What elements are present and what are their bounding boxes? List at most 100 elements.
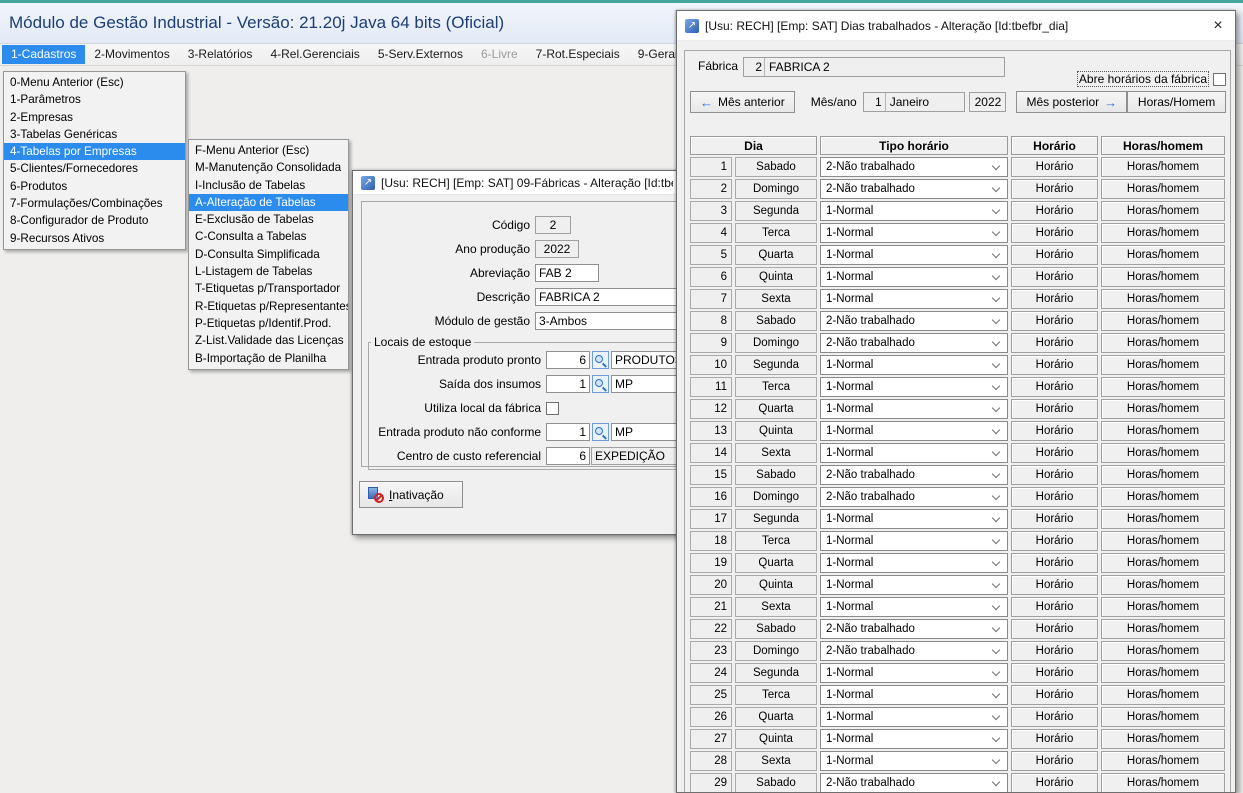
- horas-homem-row-button[interactable]: Horas/homem: [1101, 685, 1225, 705]
- menu-item[interactable]: 8-Configurador de Produto: [4, 212, 185, 229]
- menu-item[interactable]: A-Alteração de Tabelas: [189, 194, 348, 211]
- horas-homem-row-button[interactable]: Horas/homem: [1101, 619, 1225, 639]
- menu-item[interactable]: M-Manutenção Consolidada: [189, 159, 348, 176]
- horas-homem-row-button[interactable]: Horas/homem: [1101, 707, 1225, 727]
- mes-posterior-button[interactable]: Mês posterior →: [1016, 91, 1127, 113]
- horas-homem-row-button[interactable]: Horas/homem: [1101, 377, 1225, 397]
- menu-item[interactable]: D-Consulta Simplificada: [189, 246, 348, 263]
- horas-homem-row-button[interactable]: Horas/homem: [1101, 729, 1225, 749]
- horas-homem-row-button[interactable]: Horas/homem: [1101, 531, 1225, 551]
- tipo-horario-select[interactable]: 1-Normal: [820, 355, 1008, 375]
- mes-anterior-button[interactable]: ← Mês anterior: [690, 91, 795, 113]
- tipo-horario-select[interactable]: 1-Normal: [820, 707, 1008, 727]
- menubar-item[interactable]: 1-Cadastros: [2, 45, 85, 64]
- horas-homem-row-button[interactable]: Horas/homem: [1101, 509, 1225, 529]
- horas-homem-row-button[interactable]: Horas/homem: [1101, 157, 1225, 177]
- horario-button[interactable]: Horário: [1011, 289, 1098, 309]
- horario-button[interactable]: Horário: [1011, 773, 1098, 793]
- menubar-item[interactable]: 5-Serv.Externos: [369, 45, 472, 64]
- menu-item[interactable]: 6-Produtos: [4, 178, 185, 195]
- horas-homem-row-button[interactable]: Horas/homem: [1101, 663, 1225, 683]
- horario-button[interactable]: Horário: [1011, 531, 1098, 551]
- horas-homem-row-button[interactable]: Horas/homem: [1101, 201, 1225, 221]
- horas-homem-row-button[interactable]: Horas/homem: [1101, 575, 1225, 595]
- horas-homem-row-button[interactable]: Horas/homem: [1101, 487, 1225, 507]
- horas-homem-row-button[interactable]: Horas/homem: [1101, 311, 1225, 331]
- horario-button[interactable]: Horário: [1011, 311, 1098, 331]
- horario-button[interactable]: Horário: [1011, 707, 1098, 727]
- horario-button[interactable]: Horário: [1011, 553, 1098, 573]
- horario-button[interactable]: Horário: [1011, 509, 1098, 529]
- menu-item[interactable]: 0-Menu Anterior (Esc): [4, 74, 185, 91]
- dias-dialog-titlebar[interactable]: [Usu: RECH] [Emp: SAT] Dias trabalhados …: [677, 11, 1235, 41]
- menu-item[interactable]: T-Etiquetas p/Transportador: [189, 280, 348, 297]
- tipo-horario-select[interactable]: 2-Não trabalhado: [820, 179, 1008, 199]
- tipo-horario-select[interactable]: 1-Normal: [820, 267, 1008, 287]
- horas-homem-row-button[interactable]: Horas/homem: [1101, 465, 1225, 485]
- horario-button[interactable]: Horário: [1011, 663, 1098, 683]
- horario-button[interactable]: Horário: [1011, 729, 1098, 749]
- horario-button[interactable]: Horário: [1011, 267, 1098, 287]
- horas-homem-row-button[interactable]: Horas/homem: [1101, 355, 1225, 375]
- menu-item[interactable]: R-Etiquetas p/Representantes: [189, 298, 348, 315]
- fabricas-dialog-titlebar[interactable]: [Usu: RECH] [Emp: SAT] 09-Fábricas - Alt…: [353, 171, 681, 195]
- tipo-horario-select[interactable]: 1-Normal: [820, 399, 1008, 419]
- entrada-pronto-lookup-button[interactable]: [592, 351, 609, 369]
- menu-item[interactable]: I-Inclusão de Tabelas: [189, 177, 348, 194]
- horas-homem-row-button[interactable]: Horas/homem: [1101, 443, 1225, 463]
- horario-button[interactable]: Horário: [1011, 245, 1098, 265]
- horario-button[interactable]: Horário: [1011, 619, 1098, 639]
- menu-item[interactable]: 1-Parâmetros: [4, 91, 185, 108]
- tipo-horario-select[interactable]: 1-Normal: [820, 685, 1008, 705]
- tipo-horario-select[interactable]: 1-Normal: [820, 223, 1008, 243]
- tipo-horario-select[interactable]: 1-Normal: [820, 575, 1008, 595]
- horario-button[interactable]: Horário: [1011, 399, 1098, 419]
- horario-button[interactable]: Horário: [1011, 355, 1098, 375]
- menu-item[interactable]: 3-Tabelas Genéricas: [4, 126, 185, 143]
- horario-button[interactable]: Horário: [1011, 377, 1098, 397]
- tipo-horario-select[interactable]: 1-Normal: [820, 443, 1008, 463]
- horas-homem-row-button[interactable]: Horas/homem: [1101, 179, 1225, 199]
- descricao-input[interactable]: FABRICA 2: [535, 288, 682, 306]
- horas-homem-row-button[interactable]: Horas/homem: [1101, 421, 1225, 441]
- menu-item[interactable]: 2-Empresas: [4, 109, 185, 126]
- menu-item[interactable]: L-Listagem de Tabelas: [189, 263, 348, 280]
- menu-item[interactable]: C-Consulta a Tabelas: [189, 228, 348, 245]
- tipo-horario-select[interactable]: 2-Não trabalhado: [820, 311, 1008, 331]
- tipo-horario-select[interactable]: 2-Não trabalhado: [820, 465, 1008, 485]
- tipo-horario-select[interactable]: 2-Não trabalhado: [820, 773, 1008, 793]
- tipo-horario-select[interactable]: 1-Normal: [820, 751, 1008, 771]
- horario-button[interactable]: Horário: [1011, 685, 1098, 705]
- horas-homem-row-button[interactable]: Horas/homem: [1101, 289, 1225, 309]
- saida-insumos-num-input[interactable]: 1: [546, 375, 590, 393]
- tipo-horario-select[interactable]: 1-Normal: [820, 509, 1008, 529]
- menu-item[interactable]: 5-Clientes/Fornecedores: [4, 160, 185, 177]
- horario-button[interactable]: Horário: [1011, 201, 1098, 221]
- menu-item[interactable]: F-Menu Anterior (Esc): [189, 142, 348, 159]
- menubar-item[interactable]: 6-Livre: [472, 45, 527, 64]
- abreviacao-input[interactable]: FAB 2: [535, 264, 599, 282]
- horario-button[interactable]: Horário: [1011, 223, 1098, 243]
- menubar-item[interactable]: 4-Rel.Gerenciais: [261, 45, 368, 64]
- menu-item[interactable]: B-Importação de Planilha: [189, 350, 348, 367]
- tipo-horario-select[interactable]: 1-Normal: [820, 421, 1008, 441]
- horas-homem-row-button[interactable]: Horas/homem: [1101, 553, 1225, 573]
- tipo-horario-select[interactable]: 1-Normal: [820, 553, 1008, 573]
- tipo-horario-select[interactable]: 1-Normal: [820, 531, 1008, 551]
- utiliza-local-checkbox[interactable]: [546, 402, 559, 415]
- inativacao-button[interactable]: Inativação: [359, 481, 463, 508]
- menu-item[interactable]: 9-Recursos Ativos: [4, 230, 185, 247]
- horas-homem-row-button[interactable]: Horas/homem: [1101, 267, 1225, 287]
- horas-homem-row-button[interactable]: Horas/homem: [1101, 245, 1225, 265]
- centro-custo-num-input[interactable]: 6: [546, 447, 590, 465]
- tipo-horario-select[interactable]: 2-Não trabalhado: [820, 619, 1008, 639]
- tipo-horario-select[interactable]: 1-Normal: [820, 201, 1008, 221]
- horario-button[interactable]: Horário: [1011, 641, 1098, 661]
- horario-button[interactable]: Horário: [1011, 179, 1098, 199]
- horario-button[interactable]: Horário: [1011, 443, 1098, 463]
- horas-homem-row-button[interactable]: Horas/homem: [1101, 597, 1225, 617]
- horario-button[interactable]: Horário: [1011, 465, 1098, 485]
- entrada-nc-lookup-button[interactable]: [592, 423, 609, 441]
- tipo-horario-select[interactable]: 2-Não trabalhado: [820, 157, 1008, 177]
- abre-horarios-checkbox[interactable]: [1213, 73, 1226, 86]
